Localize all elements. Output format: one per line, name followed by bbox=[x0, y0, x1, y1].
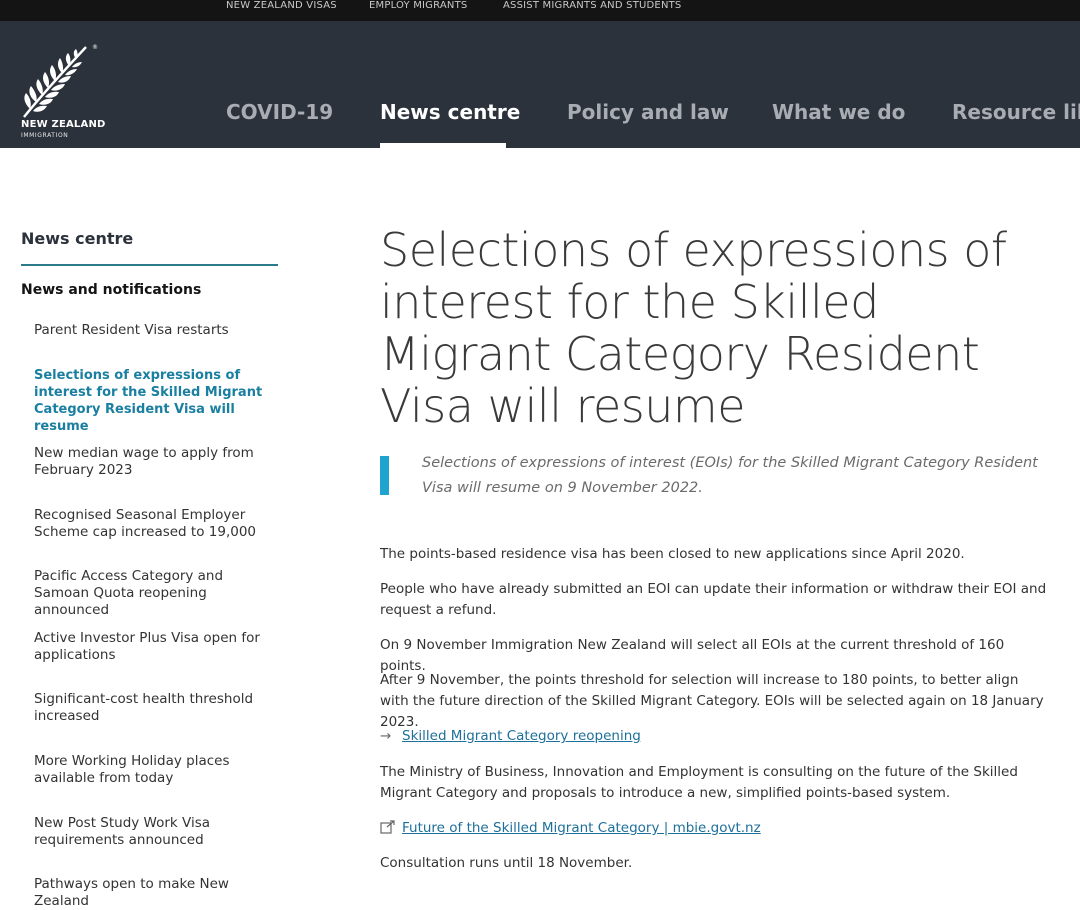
sidebar-item-post-study-work[interactable]: New Post Study Work Visa requirements an… bbox=[34, 815, 279, 849]
sidebar-item-median-wage[interactable]: New median wage to apply from February 2… bbox=[34, 445, 279, 479]
logo-wordmark: NEW ZEALAND bbox=[21, 119, 106, 130]
sidebar-section-heading[interactable]: News and notifications bbox=[21, 282, 201, 298]
topbar-link-employ[interactable]: EMPLOY MIGRANTS bbox=[369, 0, 467, 11]
sidebar-title[interactable]: News centre bbox=[21, 229, 133, 248]
external-link-icon bbox=[380, 820, 402, 836]
article-paragraph: Consultation runs until 18 November. bbox=[380, 855, 633, 871]
page-title: Selections of expressions of interest fo… bbox=[380, 223, 1007, 433]
sidebar-item-pathways[interactable]: Pathways open to make New Zealand bbox=[34, 876, 279, 910]
topbar-link-visas[interactable]: NEW ZEALAND VISAS bbox=[226, 0, 337, 11]
sidebar-item-active-investor[interactable]: Active Investor Plus Visa open for appli… bbox=[34, 630, 279, 664]
link-skilled-migrant-reopening[interactable]: Skilled Migrant Category reopening bbox=[402, 728, 641, 744]
lead-accent-bar bbox=[380, 456, 389, 495]
logo-subwordmark: IMMIGRATION bbox=[21, 132, 69, 139]
sidebar-item-rse-cap[interactable]: Recognised Seasonal Employer Scheme cap … bbox=[34, 507, 279, 541]
link-mbie-future-skilled-migrant[interactable]: Future of the Skilled Migrant Category |… bbox=[402, 820, 761, 836]
arrow-right-icon: → bbox=[380, 728, 392, 744]
site-logo[interactable]: ® NEW ZEALAND IMMIGRATION bbox=[20, 41, 110, 139]
site-header: ® NEW ZEALAND IMMIGRATION COVID-19 News … bbox=[0, 21, 1080, 148]
sidebar-item-parent-resident-visa[interactable]: Parent Resident Visa restarts bbox=[34, 322, 279, 339]
article-paragraph: After 9 November, the points threshold f… bbox=[380, 672, 1044, 730]
sidebar-item-current-article[interactable]: Selections of expressions of interest fo… bbox=[34, 367, 279, 435]
internal-link-row[interactable]: → Skilled Migrant Category reopening bbox=[380, 728, 641, 744]
article-lead: Selections of expressions of interest (E… bbox=[422, 455, 1038, 496]
topbar-link-assist[interactable]: ASSIST MIGRANTS AND STUDENTS bbox=[503, 0, 681, 11]
sidebar-item-working-holiday[interactable]: More Working Holiday places available fr… bbox=[34, 753, 279, 787]
external-link-row[interactable]: Future of the Skilled Migrant Category |… bbox=[380, 820, 761, 836]
nav-resource-library[interactable]: Resource libr bbox=[952, 100, 1080, 124]
utility-bar: NEW ZEALAND VISAS EMPLOY MIGRANTS ASSIST… bbox=[0, 0, 1080, 21]
nav-covid[interactable]: COVID-19 bbox=[226, 100, 333, 124]
nav-what-we-do[interactable]: What we do bbox=[772, 100, 905, 124]
nav-news-centre[interactable]: News centre bbox=[380, 100, 520, 124]
article-paragraph: The points-based residence visa has been… bbox=[380, 546, 965, 562]
sidebar-item-health-threshold[interactable]: Significant-cost health threshold increa… bbox=[34, 691, 279, 725]
article-paragraph: The Ministry of Business, Innovation and… bbox=[380, 764, 1018, 801]
silver-fern-icon: ® bbox=[23, 44, 98, 118]
svg-text:®: ® bbox=[92, 44, 98, 51]
nav-active-indicator bbox=[380, 143, 506, 148]
article-paragraph: People who have already submitted an EOI… bbox=[380, 581, 1047, 618]
nav-policy-law[interactable]: Policy and law bbox=[567, 100, 729, 124]
sidebar-divider bbox=[21, 264, 278, 266]
sidebar-item-pacific-access[interactable]: Pacific Access Category and Samoan Quota… bbox=[34, 568, 279, 619]
